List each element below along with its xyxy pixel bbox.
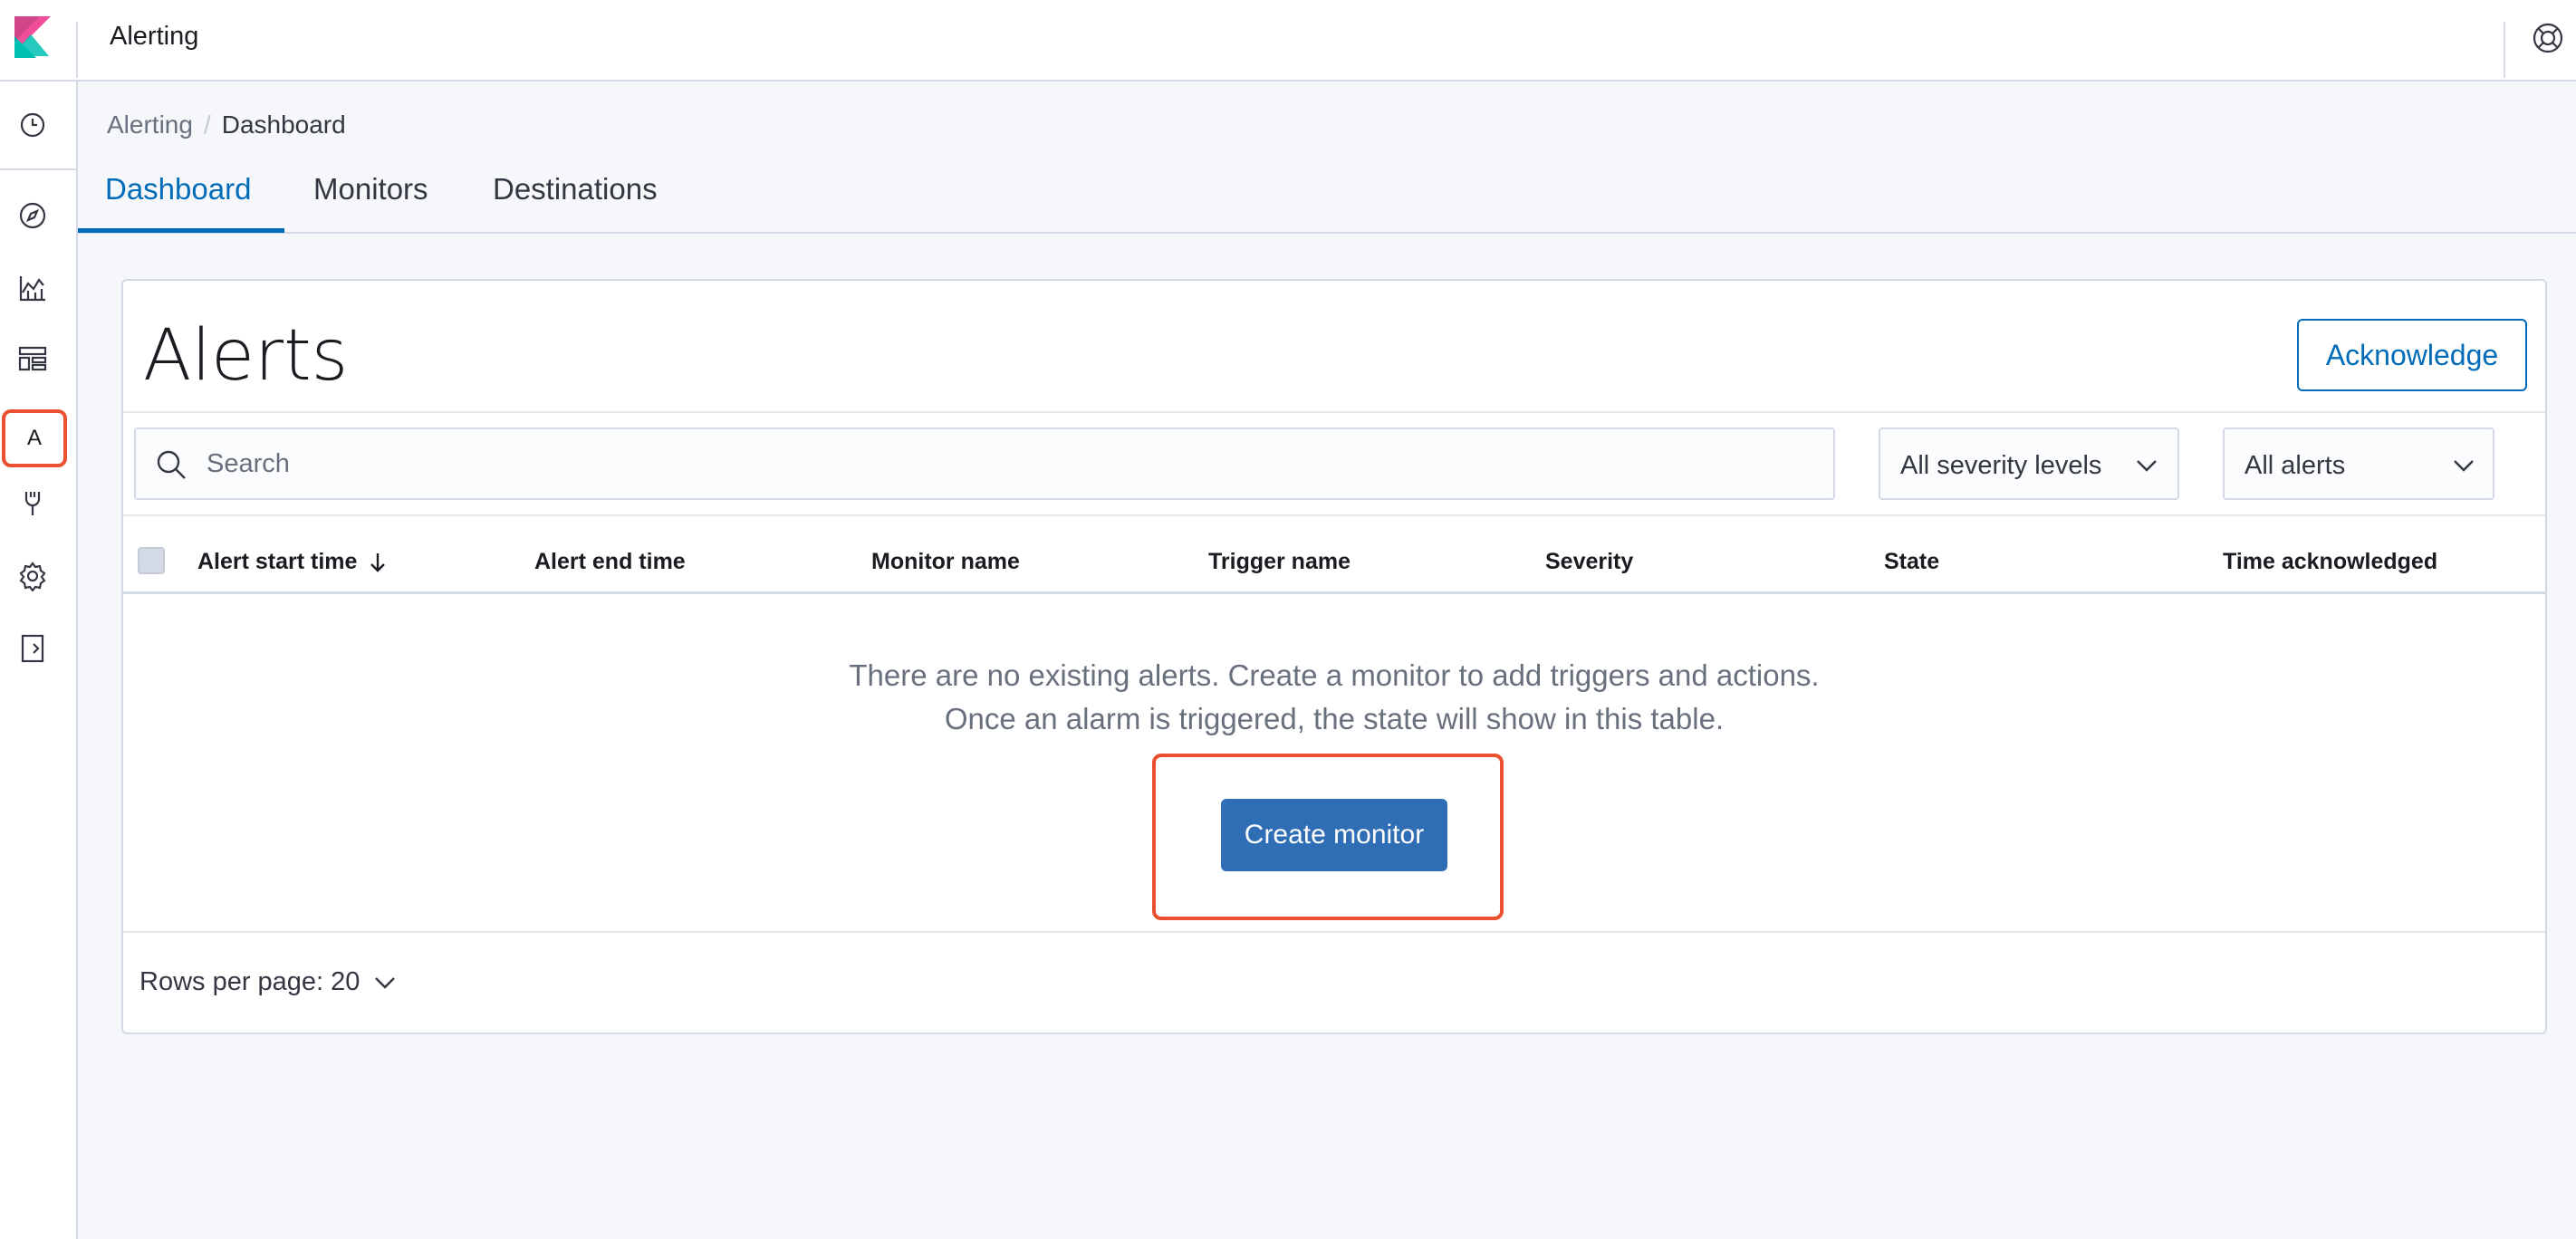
app-title: Alerting	[110, 22, 199, 51]
active-tab-underline	[78, 228, 284, 233]
column-header-label: Alert start time	[197, 549, 358, 574]
search-input[interactable]	[207, 444, 1819, 484]
tab-monitors[interactable]: Monitors	[313, 172, 428, 206]
breadcrumb-alerting[interactable]: Alerting	[107, 110, 193, 139]
alerts-panel: Alerts Acknowledge All severity levels A…	[121, 279, 2547, 1034]
column-header-trigger-name[interactable]: Trigger name	[1208, 549, 1350, 575]
empty-state-message: There are no existing alerts. Create a m…	[123, 654, 2545, 741]
alert-state-select-value: All alerts	[2244, 451, 2346, 480]
alert-state-select[interactable]: All alerts	[2223, 427, 2494, 500]
column-header-time-acknowledged[interactable]: Time acknowledged	[2223, 549, 2437, 575]
gear-icon[interactable]	[14, 558, 51, 594]
dashboard-icon[interactable]	[14, 341, 51, 377]
chevron-down-icon	[2454, 460, 2474, 472]
breadcrumb-separator: /	[203, 110, 211, 139]
kibana-logo-icon[interactable]	[13, 14, 53, 58]
tab-bar: Dashboard Monitors Destinations	[78, 159, 2576, 234]
sort-descending-icon	[370, 553, 386, 573]
chart-icon[interactable]	[14, 270, 51, 306]
create-monitor-button[interactable]: Create monitor	[1221, 799, 1447, 871]
empty-state-line-1: There are no existing alerts. Create a m…	[849, 658, 1820, 692]
wrench-icon[interactable]	[14, 485, 51, 522]
page-title: Alerts	[143, 315, 349, 397]
column-header-severity[interactable]: Severity	[1545, 549, 1633, 575]
column-header-alert-end-time[interactable]: Alert end time	[534, 549, 686, 575]
tab-dashboard[interactable]: Dashboard	[105, 172, 251, 206]
clock-icon[interactable]	[14, 107, 51, 143]
chevron-down-icon	[375, 977, 396, 990]
severity-select-value: All severity levels	[1900, 451, 2102, 480]
top-header: Alerting	[0, 0, 2576, 82]
column-header-monitor-name[interactable]: Monitor name	[871, 549, 1020, 575]
breadcrumb-dashboard: Dashboard	[221, 110, 346, 139]
column-header-alert-start-time[interactable]: Alert start time	[197, 549, 389, 575]
column-header-state[interactable]: State	[1884, 549, 1939, 575]
side-navigation: A	[0, 82, 78, 1239]
select-all-checkbox[interactable]	[138, 547, 165, 574]
search-field[interactable]	[134, 427, 1835, 500]
acknowledge-button[interactable]: Acknowledge	[2297, 319, 2527, 391]
tab-destinations[interactable]: Destinations	[493, 172, 658, 206]
panel-divider	[123, 411, 2545, 413]
compass-icon[interactable]	[14, 197, 51, 234]
header-divider-right	[2504, 22, 2505, 78]
letter-a-icon[interactable]: A	[2, 409, 67, 467]
empty-state-line-2: Once an alarm is triggered, the state wi…	[944, 702, 1725, 735]
severity-select[interactable]: All severity levels	[1879, 427, 2179, 500]
nav-divider	[0, 168, 76, 170]
collapse-icon[interactable]	[14, 630, 51, 667]
table-header: Alert start time Alert end time Monitor …	[123, 516, 2545, 594]
search-icon	[154, 447, 188, 482]
rows-per-page-selector[interactable]: Rows per page: 20	[139, 967, 398, 997]
help-icon[interactable]	[2532, 22, 2564, 54]
chevron-down-icon	[2137, 460, 2157, 472]
table-bottom-divider	[123, 931, 2545, 933]
header-divider	[76, 22, 78, 78]
rows-per-page-label: Rows per page: 20	[139, 967, 360, 996]
breadcrumb: Alerting / Dashboard	[107, 110, 346, 139]
